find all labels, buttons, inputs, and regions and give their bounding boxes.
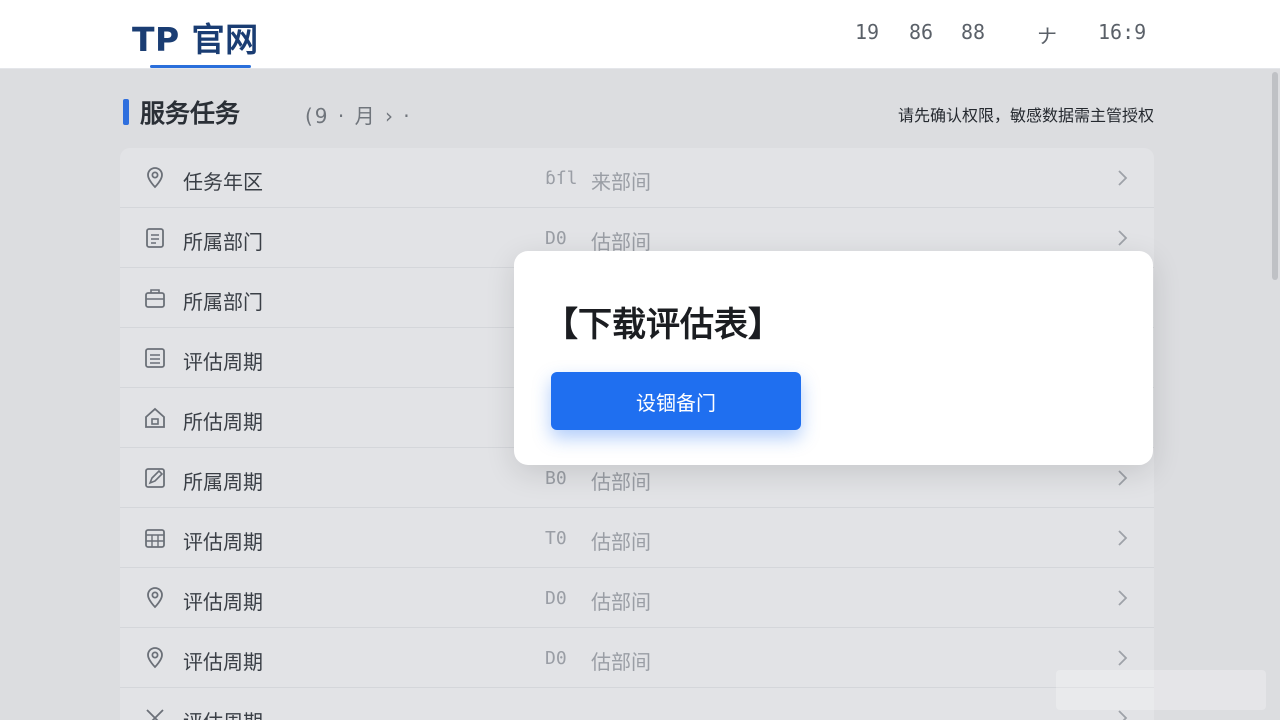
row-dept: 估部间 — [591, 650, 651, 674]
month-picker[interactable]: (9 · 月 › · — [305, 100, 412, 129]
list-item[interactable]: 评估周期 T0 估部间 — [120, 508, 1154, 568]
confirm-button[interactable]: 设锢备门 — [551, 372, 801, 430]
download-modal: 【下载评估表】 设锢备门 — [514, 251, 1153, 465]
list-icon — [145, 348, 165, 368]
chevron-right-icon — [1118, 470, 1128, 486]
modal-title: 【下载评估表】 — [544, 305, 782, 345]
list-item[interactable]: 评估周期 — [120, 688, 1154, 720]
watermark — [1056, 670, 1266, 710]
status-item-2: 86 — [909, 20, 934, 44]
status-item-3: 88 — [961, 20, 986, 44]
brand-active-indicator — [150, 65, 251, 68]
section-accent-bar — [123, 99, 129, 125]
row-dept: 来部间 — [591, 170, 651, 194]
row-label: 评估周期 — [183, 350, 263, 374]
page-scrollbar[interactable] — [1272, 72, 1278, 280]
permission-notice: 请先确认权限，敏感数据需主管授权 — [897, 106, 1154, 125]
briefcase-icon — [145, 289, 165, 308]
top-bar: TP 官网 19 86 88 ナ 16:9 — [0, 0, 1280, 69]
chevron-right-icon — [1118, 530, 1128, 546]
document-list-icon — [146, 228, 164, 248]
row-dept: 估部间 — [591, 590, 651, 614]
edit-icon — [145, 468, 165, 488]
row-code: D0 — [545, 588, 567, 609]
row-code: T0 — [545, 528, 567, 549]
chevron-right-icon — [1118, 590, 1128, 606]
location-pin-icon — [147, 167, 163, 189]
row-label: 评估周期 — [183, 530, 263, 554]
row-dept: 估部间 — [591, 470, 651, 494]
row-code: D0 — [545, 648, 567, 669]
list-item[interactable]: 评估周期 D0 估部间 — [120, 628, 1154, 688]
row-label: 所属周期 — [183, 470, 263, 494]
chevron-right-icon — [1118, 230, 1128, 246]
status-clock: 16:9 — [1098, 20, 1147, 44]
chevron-right-icon — [1118, 170, 1128, 186]
row-label: 所属部门 — [183, 230, 263, 254]
row-label: 评估周期 — [183, 706, 263, 720]
row-label: 评估周期 — [183, 590, 263, 614]
status-item-4: ナ — [1037, 24, 1057, 48]
row-dept: 估部间 — [591, 530, 651, 554]
row-label: 评估周期 — [183, 650, 263, 674]
list-item[interactable]: 任务年区 ɓſl 来部间 — [120, 148, 1154, 208]
section-title: 服务任务 — [140, 99, 241, 128]
status-item-1: 19 — [855, 20, 880, 44]
chevron-right-icon — [1118, 650, 1128, 666]
row-label: 所属部门 — [183, 290, 263, 314]
location-pin-icon — [147, 587, 163, 609]
brand-logo[interactable]: TP 官网 — [132, 13, 259, 61]
row-code: D0 — [545, 228, 567, 249]
row-label: 任务年区 — [183, 170, 263, 194]
row-code: B0 — [545, 468, 567, 489]
row-code: ɓſl — [545, 168, 578, 189]
house-icon — [145, 407, 165, 428]
row-label: 所估周期 — [183, 410, 263, 434]
list-item[interactable]: 评估周期 D0 估部间 — [120, 568, 1154, 628]
calendar-icon — [145, 529, 165, 548]
tools-icon — [146, 709, 164, 720]
location-pin-icon — [147, 647, 163, 669]
